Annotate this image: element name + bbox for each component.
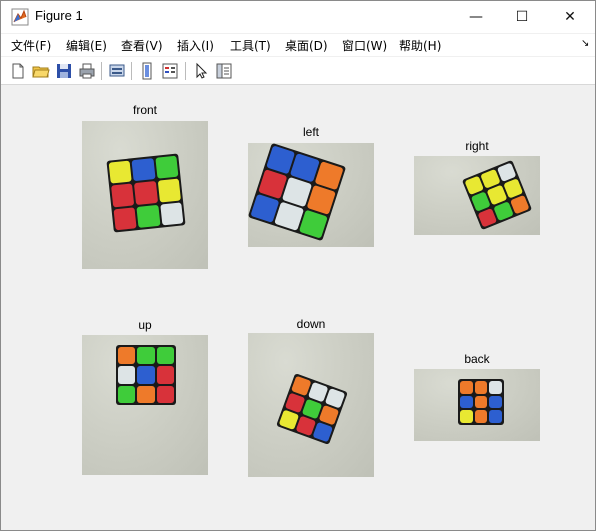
menu-window[interactable]: 窗口(W) [342, 37, 387, 54]
menu-tools[interactable]: 工具(T) [230, 37, 271, 54]
toolbar-separator [101, 62, 102, 80]
menu-bar: 文件(F) 编辑(E) 查看(V) 插入(I) 工具(T) 桌面(D) 窗口(W… [1, 34, 595, 56]
cube-sticker-orange [509, 194, 530, 215]
close-button[interactable]: ✕ [547, 1, 593, 33]
menu-overflow-icon[interactable]: ↘ [581, 38, 589, 49]
minimize-button[interactable]: — [453, 1, 499, 33]
save-icon[interactable] [55, 62, 73, 80]
subplot-left[interactable]: left [248, 125, 374, 249]
cube-photo [82, 335, 208, 475]
cube-face-grid [106, 153, 186, 233]
cube-sticker-red [113, 206, 137, 231]
cube-photo [82, 121, 208, 269]
figure-canvas[interactable]: front left right up down back [4, 87, 592, 527]
colorbar-icon[interactable] [161, 62, 179, 80]
menu-help[interactable]: 帮助(H) [399, 37, 441, 54]
cube-photo [414, 156, 540, 235]
cube-sticker-green [118, 385, 136, 403]
figure-toolbar [1, 57, 595, 85]
cube-sticker-blue [137, 366, 155, 384]
cube-sticker-yellow [108, 160, 133, 184]
menu-desktop[interactable]: 桌面(D) [285, 37, 328, 54]
toolbar-separator [185, 62, 186, 80]
subplot-back[interactable]: back [414, 352, 540, 442]
title-bar[interactable]: Figure 1 — ☐ ✕ [1, 1, 595, 33]
figure-window: Figure 1 — ☐ ✕ 文件(F) 编辑(E) 查看(V) 插入(I) 工… [0, 0, 596, 531]
matlab-icon [11, 8, 29, 26]
subplot-title: front [132, 103, 157, 117]
cube-sticker-blue [131, 158, 156, 182]
cube-sticker-green [298, 209, 328, 239]
cube-photo [414, 369, 540, 441]
cube-face-grid [458, 379, 504, 425]
cube-face-grid [248, 143, 347, 242]
window-title: Figure 1 [35, 8, 83, 23]
cube-photo [248, 143, 374, 247]
cube-sticker-green [156, 347, 174, 365]
minimize-icon: — [469, 9, 483, 25]
cube-face-grid [461, 159, 533, 231]
cube-sticker-green [137, 347, 155, 365]
cube-sticker-orange [306, 185, 336, 215]
cube-sticker-blue [489, 395, 502, 409]
cube-sticker-red [111, 183, 135, 208]
cube-sticker-red [156, 366, 174, 384]
subplot-up[interactable]: up [82, 318, 208, 476]
maximize-button[interactable]: ☐ [499, 1, 545, 33]
menu-insert[interactable]: 插入(I) [177, 37, 214, 54]
menu-file[interactable]: 文件(F) [11, 37, 51, 54]
open-icon[interactable] [32, 62, 50, 80]
cube-sticker-yellow [460, 410, 473, 423]
cube-sticker-blue [489, 410, 502, 423]
cube-sticker-orange [474, 410, 488, 423]
cube-face-grid [116, 345, 176, 405]
cube-sticker-white [118, 366, 136, 384]
property-inspector-icon[interactable] [215, 62, 233, 80]
cube-sticker-orange [137, 385, 155, 403]
cube-sticker-orange [474, 395, 488, 409]
print-preview-icon[interactable] [108, 62, 126, 80]
cube-sticker-white [159, 202, 184, 226]
cube-sticker-yellow [157, 178, 181, 203]
subplot-title: back [464, 352, 490, 366]
cube-sticker-red [156, 385, 174, 403]
cube-sticker-green [136, 204, 161, 228]
subplot-title: left [302, 125, 319, 139]
toolbar-separator [131, 62, 132, 80]
cube-sticker-orange [460, 381, 473, 394]
link-icon[interactable] [138, 62, 156, 80]
cube-sticker-red [134, 181, 158, 205]
maximize-icon: ☐ [515, 9, 529, 25]
menu-view[interactable]: 查看(V) [121, 37, 163, 54]
print-icon[interactable] [78, 62, 96, 80]
cube-sticker-blue [312, 421, 334, 443]
subplot-down[interactable]: down [248, 317, 374, 479]
subplot-right[interactable]: right [414, 139, 540, 235]
cube-sticker-green [155, 155, 179, 180]
cube-face-grid [276, 373, 348, 445]
cursor-icon[interactable] [192, 62, 210, 80]
cube-sticker-orange [118, 347, 136, 365]
cube-sticker-white [489, 381, 502, 394]
new-figure-icon[interactable] [9, 62, 27, 80]
cube-sticker-blue [460, 395, 473, 409]
subplot-title: right [465, 139, 489, 153]
close-icon: ✕ [564, 9, 576, 25]
subplot-title: up [138, 318, 152, 332]
menu-edit[interactable]: 编辑(E) [66, 37, 107, 54]
subplot-front[interactable]: front [82, 103, 208, 271]
cube-sticker-orange [474, 381, 488, 394]
subplot-title: down [296, 317, 326, 331]
cube-photo [248, 333, 374, 477]
